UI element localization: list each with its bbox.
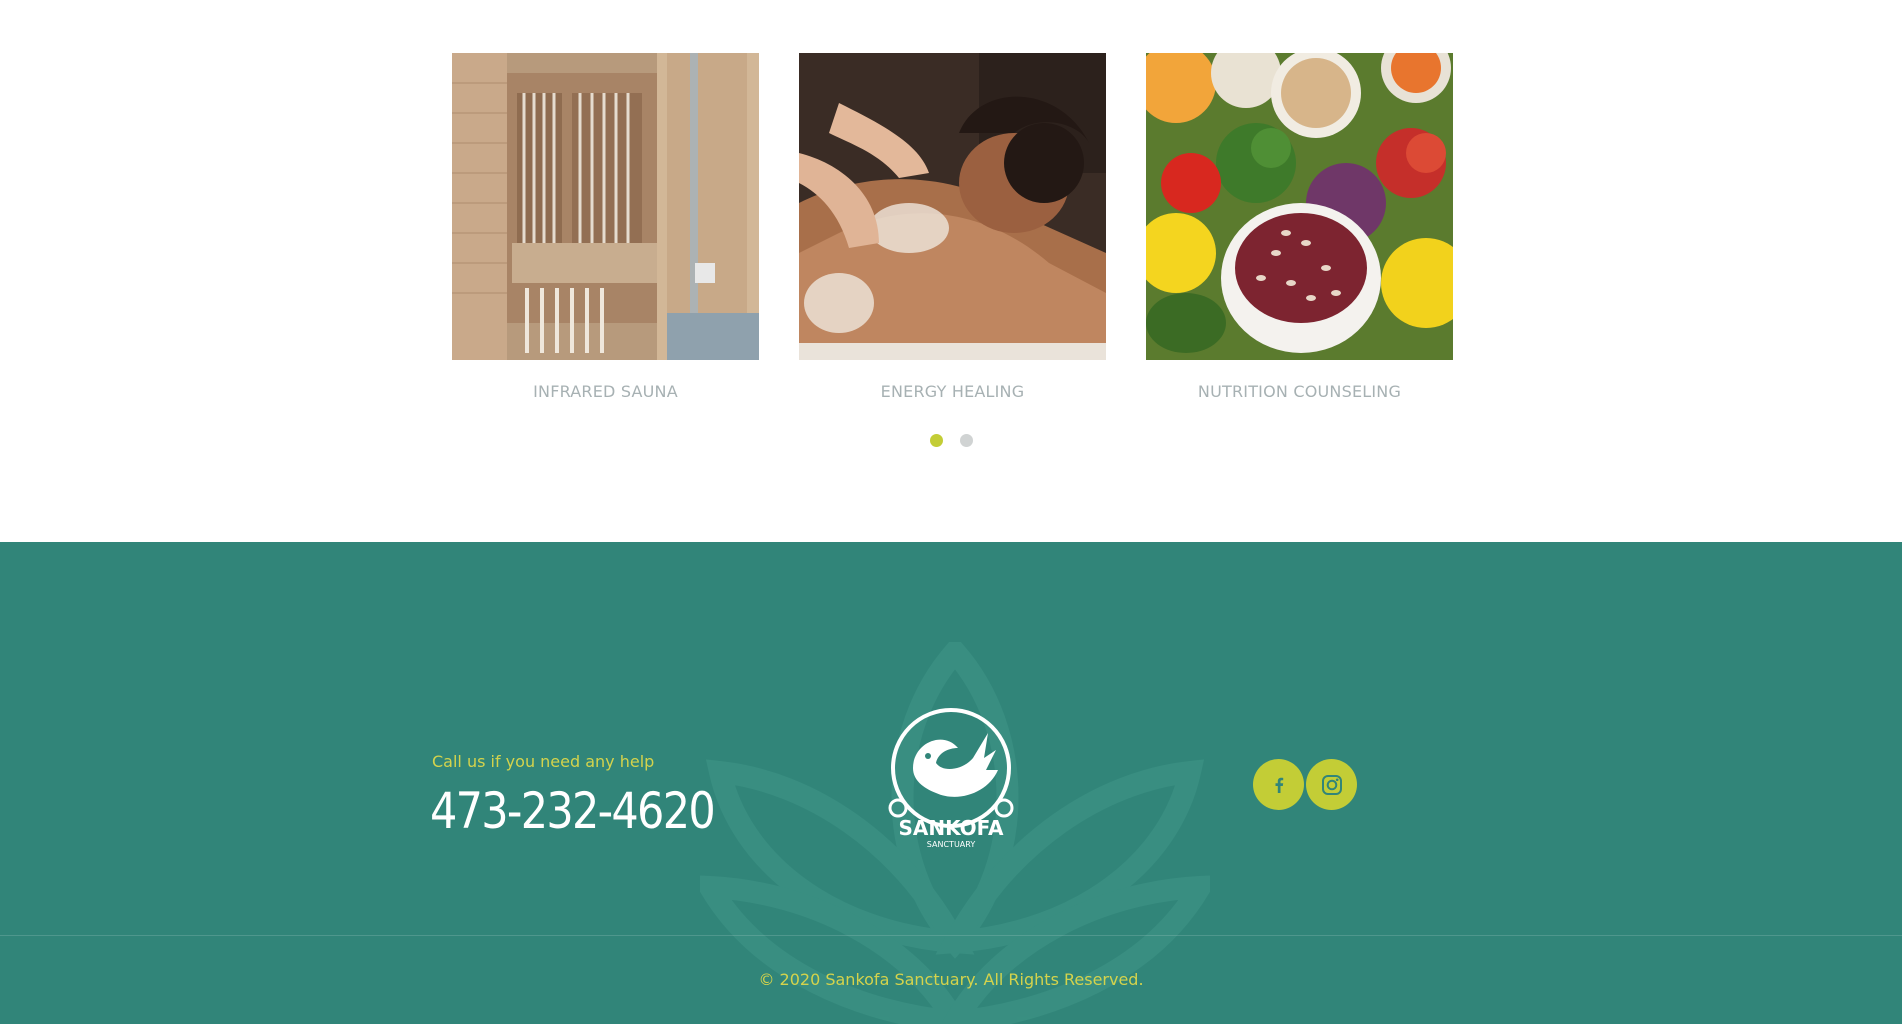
- help-label: Call us if you need any help: [432, 752, 655, 771]
- carousel-dot-1-active[interactable]: [930, 434, 943, 447]
- logo-subtitle: SANCTUARY: [927, 840, 976, 848]
- nutrition-counseling-image[interactable]: [1146, 53, 1453, 360]
- service-title[interactable]: NUTRITION COUNSELING: [1146, 382, 1453, 401]
- service-title[interactable]: ENERGY HEALING: [799, 382, 1106, 401]
- logo-name: SANKOFA: [898, 816, 1004, 840]
- service-card-energy-healing[interactable]: ENERGY HEALING: [799, 53, 1106, 401]
- carousel-pagination: [930, 434, 974, 447]
- carousel-dot-2[interactable]: [960, 434, 973, 447]
- facebook-button[interactable]: [1253, 759, 1304, 810]
- infrared-sauna-image[interactable]: [452, 53, 759, 360]
- sankofa-logo[interactable]: SANKOFA SANCTUARY: [888, 708, 1014, 849]
- services-carousel: INFRARED SAUNA ENERGY HEALING NUTRITION …: [0, 0, 1902, 542]
- service-card-infrared-sauna[interactable]: INFRARED SAUNA: [452, 53, 759, 401]
- site-footer: Call us if you need any help 473-232-462…: [0, 542, 1902, 1024]
- energy-healing-image[interactable]: [799, 53, 1106, 360]
- copyright-text: © 2020 Sankofa Sanctuary. All Rights Res…: [758, 970, 1144, 989]
- instagram-icon: [1321, 774, 1342, 795]
- footer-divider: [0, 935, 1902, 936]
- facebook-icon: [1275, 777, 1283, 793]
- phone-number-link[interactable]: 473-232-4620: [430, 782, 716, 840]
- service-card-nutrition-counseling[interactable]: NUTRITION COUNSELING: [1146, 53, 1453, 401]
- service-title[interactable]: INFRARED SAUNA: [452, 382, 759, 401]
- instagram-button[interactable]: [1306, 759, 1357, 810]
